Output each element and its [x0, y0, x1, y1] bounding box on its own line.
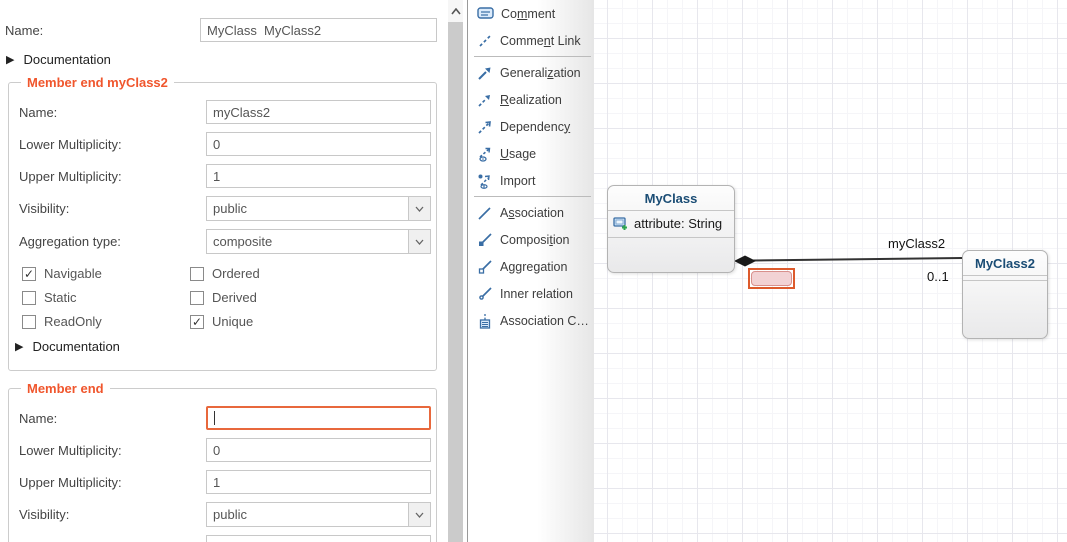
- label-edit-field[interactable]: [751, 271, 792, 286]
- association-name-label: Name:: [5, 23, 200, 38]
- compartment-separator: [608, 237, 734, 238]
- palette-item-comment[interactable]: Comment: [468, 0, 594, 27]
- member-end2-aggregation-type-select[interactable]: composite: [206, 229, 431, 254]
- diagram-canvas[interactable]: MyClass attribute: String MyClass2 myCla…: [594, 0, 1067, 542]
- documentation-toggle[interactable]: ▶ Documentation: [15, 339, 436, 354]
- documentation-toggle[interactable]: ▶ Documentation: [6, 52, 448, 67]
- palette-item-comment-link[interactable]: Comment Link: [468, 27, 594, 54]
- palette-item-dependency[interactable]: Dependency: [468, 113, 594, 140]
- field-label: Visibility:: [19, 507, 206, 522]
- association-icon: [477, 205, 493, 221]
- field-label: Upper Multiplicity:: [19, 475, 206, 490]
- member-end2-name-input[interactable]: myClass2: [206, 100, 431, 124]
- class-title[interactable]: MyClass2: [963, 251, 1047, 275]
- member-end-lower-multiplicity-input[interactable]: 0: [206, 438, 431, 462]
- composite-diamond-icon: [734, 256, 756, 267]
- dependency-icon: [477, 119, 493, 135]
- palette-item-aggregation[interactable]: Aggregation: [468, 253, 594, 280]
- field-label: Lower Multiplicity:: [19, 443, 206, 458]
- import-icon: [477, 173, 493, 189]
- class-myclass[interactable]: MyClass attribute: String: [607, 185, 735, 273]
- inner-relation-icon: [477, 286, 493, 302]
- palette-item-inner-relation[interactable]: Inner relation: [468, 280, 594, 307]
- member-end2-visibility-select[interactable]: public: [206, 196, 431, 221]
- collapsed-arrow-icon: ▶: [6, 53, 14, 66]
- palette-item-generalization[interactable]: Generalization: [468, 59, 594, 86]
- field-label: Name:: [19, 411, 206, 426]
- static-checkbox[interactable]: Static: [22, 290, 190, 305]
- member-end-myclass2-group: Member end myClass2 Name: myClass2 Lower…: [8, 75, 437, 371]
- attribute-icon: [613, 217, 629, 231]
- generalization-icon: [477, 65, 493, 81]
- uml-editor: Name: MyClass MyClass2 ▶ Documentation M…: [0, 0, 1067, 542]
- member-end-aggregation-type-select-partial[interactable]: [206, 535, 431, 542]
- member-end-myclass2-legend: Member end myClass2: [21, 75, 174, 90]
- ordered-checkbox[interactable]: Ordered: [190, 266, 390, 281]
- properties-panel: Name: MyClass MyClass2 ▶ Documentation M…: [0, 0, 448, 542]
- field-label: Aggregation type:: [19, 234, 206, 249]
- member-end-visibility-select[interactable]: public: [206, 502, 431, 527]
- text-cursor: [214, 411, 215, 425]
- palette-separator: [474, 56, 591, 57]
- palette-separator: [474, 196, 591, 197]
- unique-checkbox[interactable]: ✓ Unique: [190, 314, 390, 329]
- association-name-input[interactable]: MyClass MyClass2: [200, 18, 437, 42]
- selected-label-editor[interactable]: [748, 268, 795, 289]
- palette-item-association[interactable]: Association: [468, 199, 594, 226]
- scroll-up-button[interactable]: [448, 0, 463, 22]
- chevron-down-icon[interactable]: [408, 197, 430, 220]
- member-end2-upper-multiplicity-input[interactable]: 1: [206, 164, 431, 188]
- navigable-checkbox[interactable]: ✓ Navigable: [22, 266, 190, 281]
- member-end-name-input[interactable]: [206, 406, 431, 430]
- derived-checkbox[interactable]: Derived: [190, 290, 390, 305]
- palette-item-composition[interactable]: Composition: [468, 226, 594, 253]
- usage-icon: [477, 146, 493, 162]
- palette-item-association-class[interactable]: Association C…: [468, 307, 594, 334]
- field-label: Name:: [19, 105, 206, 120]
- field-label: Upper Multiplicity:: [19, 169, 206, 184]
- chevron-down-icon[interactable]: [408, 230, 430, 253]
- field-label: Lower Multiplicity:: [19, 137, 206, 152]
- class-myclass2[interactable]: MyClass2: [962, 250, 1048, 339]
- member-end-group: Member end Name: Lower Multiplicity: 0 U…: [8, 381, 437, 542]
- field-label: Visibility:: [19, 201, 206, 216]
- chevron-up-icon: [451, 8, 461, 15]
- compartment-separator: [963, 280, 1047, 281]
- palette-item-usage[interactable]: Usage: [468, 140, 594, 167]
- association-multiplicity-label[interactable]: 0..1: [927, 269, 949, 284]
- panel-scrollbar[interactable]: [448, 0, 463, 542]
- comment-link-icon: [477, 33, 493, 49]
- member-end-upper-multiplicity-input[interactable]: 1: [206, 470, 431, 494]
- association-class-icon: [477, 313, 493, 329]
- readonly-checkbox[interactable]: ReadOnly: [22, 314, 190, 329]
- palette-item-realization[interactable]: Realization: [468, 86, 594, 113]
- member-end2-lower-multiplicity-input[interactable]: 0: [206, 132, 431, 156]
- class-attribute[interactable]: attribute: String: [608, 211, 734, 237]
- association-end-name-label[interactable]: myClass2: [888, 236, 945, 251]
- member-end2-flags: ✓ Navigable Ordered Static Derived: [22, 266, 436, 329]
- member-end-legend: Member end: [21, 381, 110, 396]
- comment-icon: [477, 6, 494, 21]
- chevron-down-icon[interactable]: [408, 503, 430, 526]
- class-title[interactable]: MyClass: [608, 186, 734, 210]
- collapsed-arrow-icon: ▶: [15, 340, 23, 353]
- palette-item-import[interactable]: Import: [468, 167, 594, 194]
- realization-icon: [477, 92, 493, 108]
- composition-icon: [477, 232, 493, 248]
- aggregation-icon: [477, 259, 493, 275]
- tool-palette: Comment Comment Link Generalization Real…: [467, 0, 594, 542]
